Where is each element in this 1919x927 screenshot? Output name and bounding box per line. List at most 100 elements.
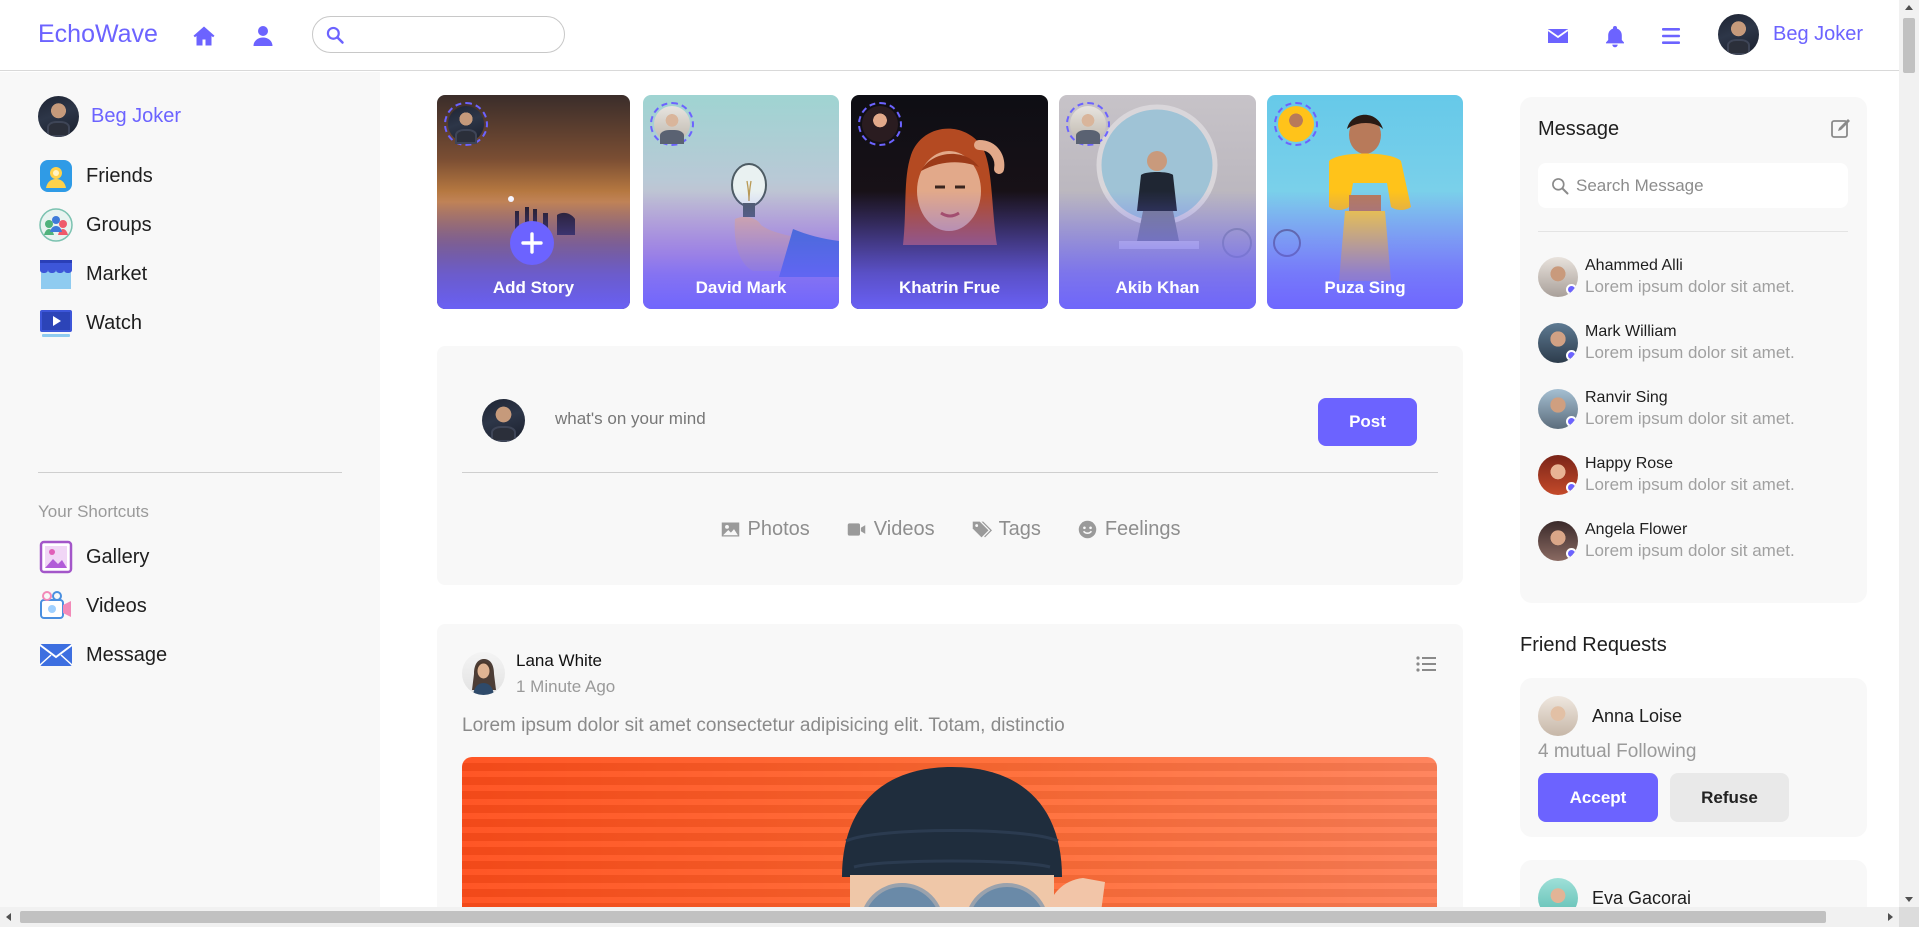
shortcut-message[interactable]: Message: [38, 637, 167, 673]
sidebar-item-label: Friends: [86, 164, 153, 187]
friend-request-card: Eva Gacorai: [1520, 860, 1867, 907]
composer-videos-button[interactable]: Videos: [846, 518, 935, 541]
sidebar-item-market[interactable]: Market: [38, 256, 147, 292]
scrollbar-corner: [1899, 907, 1919, 927]
message-sender: Ahammed Alli: [1585, 257, 1683, 274]
message-item[interactable]: Happy Rose Lorem ipsum dolor sit amet.: [1538, 455, 1795, 495]
story-card[interactable]: Khatrin Frue: [851, 95, 1048, 309]
story-name: Puza Sing: [1324, 278, 1406, 297]
avatar[interactable]: [1538, 878, 1578, 907]
sidebar-item-label: Groups: [86, 213, 152, 236]
scrollbar-thumb[interactable]: [1903, 18, 1915, 73]
compose-message-button[interactable]: [1830, 117, 1852, 139]
message-snippet: Lorem ipsum dolor sit amet.: [1585, 409, 1795, 428]
message-search-box[interactable]: [1538, 163, 1848, 208]
story-name: Add Story: [492, 278, 575, 297]
message-sender: Ranvir Sing: [1585, 389, 1668, 406]
story-card[interactable]: Add Story: [437, 95, 630, 309]
shortcut-videos[interactable]: Videos: [38, 588, 147, 624]
horizontal-scrollbar[interactable]: [0, 907, 1899, 927]
search-icon: [1552, 178, 1569, 195]
sidebar-item-watch[interactable]: Watch: [38, 305, 142, 341]
top-search-box[interactable]: [312, 16, 565, 53]
avatar: [1538, 455, 1578, 495]
composer-action-label: Photos: [747, 518, 810, 540]
story-card[interactable]: Akib Khan: [1059, 95, 1256, 309]
scroll-down-arrow[interactable]: [1905, 897, 1913, 902]
shortcut-label: Videos: [86, 594, 147, 617]
story-card[interactable]: Puza Sing: [1267, 95, 1463, 309]
user-icon[interactable]: [249, 22, 277, 50]
top-navbar: EchoWave Beg Joker: [0, 0, 1899, 71]
top-user-profile[interactable]: Beg Joker: [1718, 14, 1863, 55]
market-icon: [38, 256, 74, 292]
home-icon[interactable]: [190, 22, 218, 50]
refuse-button[interactable]: Refuse: [1670, 773, 1789, 822]
message-item[interactable]: Angela Flower Lorem ipsum dolor sit amet.: [1538, 521, 1795, 561]
messages-divider: [1538, 231, 1848, 232]
message-item[interactable]: Ranvir Sing Lorem ipsum dolor sit amet.: [1538, 389, 1795, 429]
story-name: David Mark: [695, 278, 787, 297]
friends-icon: [38, 158, 74, 194]
friend-request-name[interactable]: Anna Loise: [1592, 706, 1682, 727]
story-avatar: [1274, 102, 1318, 146]
message-search-input[interactable]: [1576, 173, 1836, 199]
avatar[interactable]: [1538, 696, 1578, 736]
story-avatar: [650, 102, 694, 146]
accept-button[interactable]: Accept: [1538, 773, 1658, 822]
vertical-scrollbar[interactable]: [1899, 0, 1919, 907]
bell-icon[interactable]: [1601, 22, 1629, 50]
message-item[interactable]: Mark William Lorem ipsum dolor sit amet.: [1538, 323, 1795, 363]
scroll-right-arrow[interactable]: [1888, 913, 1893, 921]
friend-request-card: Anna Loise 4 mutual Following Accept Ref…: [1520, 678, 1867, 837]
message-icon: [38, 637, 74, 673]
post-image[interactable]: [462, 757, 1437, 927]
sidebar-item-friends[interactable]: Friends: [38, 158, 153, 194]
sidebar-profile[interactable]: Beg Joker: [38, 96, 181, 137]
smile-icon: [1078, 520, 1097, 539]
shortcuts-title: Your Shortcuts: [38, 502, 149, 521]
composer-action-label: Videos: [873, 518, 935, 540]
avatar: [1538, 521, 1578, 561]
message-sender: Happy Rose: [1585, 455, 1674, 472]
story-card[interactable]: David Mark: [643, 95, 839, 309]
edit-icon: [1831, 119, 1850, 138]
composer-tags-button[interactable]: Tags: [971, 518, 1041, 541]
friend-request-name[interactable]: Eva Gacorai: [1592, 888, 1691, 907]
envelope-icon[interactable]: [1544, 22, 1572, 50]
post-button[interactable]: Post: [1318, 398, 1417, 446]
message-sender: Mark William: [1585, 323, 1677, 340]
groups-icon: [38, 207, 74, 243]
story-avatar: [858, 102, 902, 146]
avatar: [482, 399, 525, 442]
scroll-left-arrow[interactable]: [6, 913, 11, 921]
plus-icon: [521, 232, 543, 254]
image-icon: [721, 522, 739, 537]
composer-feelings-button[interactable]: Feelings: [1077, 518, 1180, 541]
brand-logo[interactable]: EchoWave: [38, 20, 158, 49]
scroll-up-arrow[interactable]: [1905, 5, 1913, 10]
scrollbar-thumb[interactable]: [20, 911, 1826, 923]
post-author[interactable]: Lana White: [516, 651, 602, 671]
menu-icon[interactable]: [1657, 22, 1685, 50]
avatar[interactable]: [462, 652, 505, 695]
post-text: Lorem ipsum dolor sit amet consectetur a…: [462, 715, 1065, 736]
post-options-button[interactable]: [1415, 653, 1437, 675]
shortcut-label: Message: [86, 643, 168, 666]
add-story-button[interactable]: [510, 221, 554, 265]
sidebar-item-groups[interactable]: Groups: [38, 207, 152, 243]
message-snippet: Lorem ipsum dolor sit amet.: [1585, 475, 1795, 494]
sidebar-divider: [38, 472, 342, 473]
composer-divider: [462, 472, 1438, 473]
video-camera-icon: [847, 523, 866, 536]
sidebar-item-label: Watch: [86, 311, 142, 334]
composer-input[interactable]: [555, 404, 1155, 434]
avatar: [1718, 14, 1759, 55]
message-item[interactable]: Ahammed Alli Lorem ipsum dolor sit amet.: [1538, 257, 1795, 297]
shortcut-label: Gallery: [86, 545, 150, 568]
top-search-input[interactable]: [353, 23, 553, 47]
shortcut-gallery[interactable]: Gallery: [38, 539, 149, 575]
post-time: 1 Minute Ago: [516, 677, 616, 696]
composer-photos-button[interactable]: Photos: [720, 518, 810, 541]
messages-title: Message: [1538, 118, 1620, 140]
